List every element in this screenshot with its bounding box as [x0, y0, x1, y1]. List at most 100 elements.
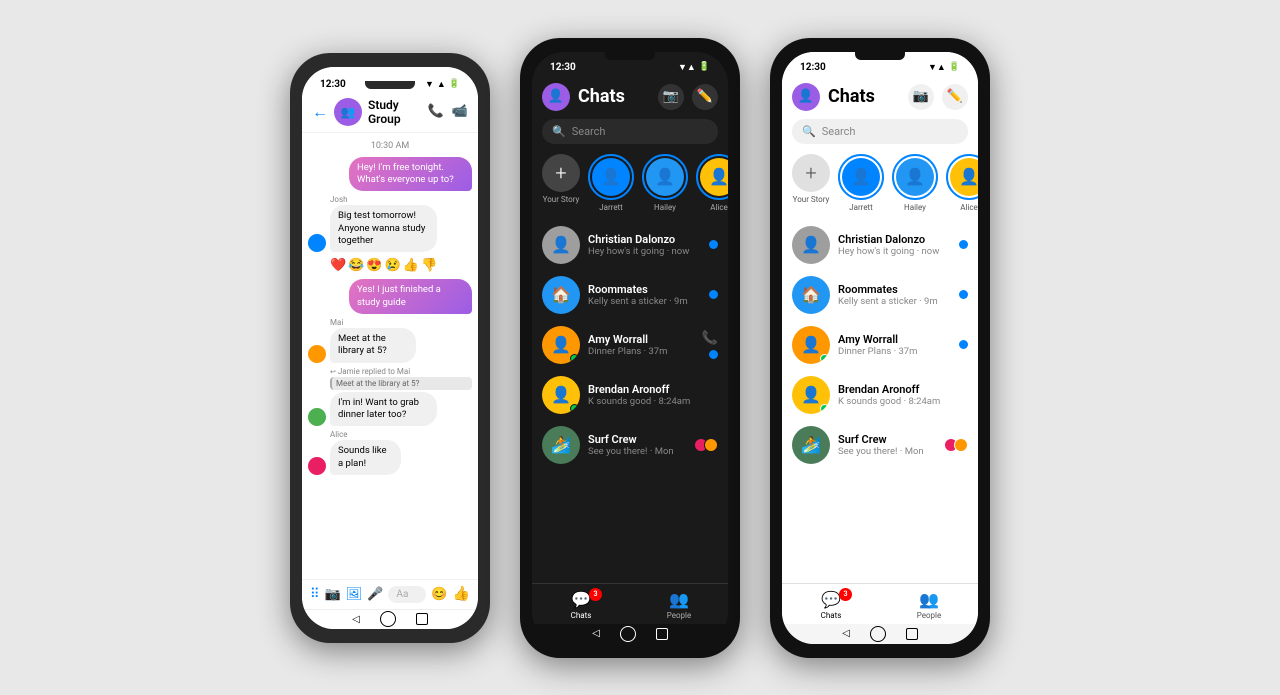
- mai-avatar: [308, 345, 326, 363]
- bottom-nav-people-2[interactable]: 👥 People: [630, 590, 728, 620]
- add-story-btn-3[interactable]: +: [792, 154, 830, 192]
- hailey-avatar-3: 👤: [896, 158, 934, 196]
- stories-row-3: + Your Story 👤 Jarrett 👤 Hailey 👤 Alice …: [782, 150, 978, 220]
- amy-avatar-3: 👤: [792, 326, 830, 364]
- phone-1: 12:30 ▼ ▲ 🔋 ← 👥 Study Group 📞 📹 10:30 AM…: [290, 53, 490, 643]
- brendan-preview-3: K sounds good · 8:24am: [838, 396, 968, 407]
- signal-icon: ▼: [425, 79, 434, 90]
- amy-name-2: Amy Worrall: [588, 333, 694, 346]
- amy-online-3: [820, 354, 829, 363]
- surf-group-avatars-2: [694, 438, 718, 452]
- chats-label-2: Chats: [571, 611, 592, 620]
- surf-info-2: Surf Crew See you there! · Mon: [588, 433, 686, 457]
- chat-brendan-3[interactable]: 👤 Brendan Aronoff K sounds good · 8:24am: [782, 370, 978, 420]
- roommates-unread-2: [709, 290, 718, 299]
- bottom-nav-chats-3[interactable]: 3 💬 Chats: [782, 590, 880, 620]
- mic-icon[interactable]: 🎤: [367, 587, 383, 602]
- status-time-2: 12:30: [550, 62, 576, 73]
- bubble-alice: Sounds like a plan!: [330, 440, 401, 475]
- message-in-josh: Josh Big test tomorrow! Anyone wanna stu…: [308, 195, 472, 252]
- message-reply-jamie: ↩ Jamie replied to Mai Meet at the libra…: [308, 367, 472, 427]
- nav-sq-3[interactable]: [906, 628, 918, 640]
- chat-christian-2[interactable]: 👤 Christian Dalonzo Hey how's it going ·…: [532, 220, 728, 270]
- amy-unread-3: [959, 340, 968, 349]
- camera-btn-3[interactable]: 📷: [908, 84, 934, 110]
- nav-back-3[interactable]: ◁: [842, 628, 850, 639]
- chats-badge-3: 3: [839, 588, 852, 601]
- roommates-info-3: Roommates Kelly sent a sticker · 9m: [838, 283, 951, 307]
- bottom-nav-people-3[interactable]: 👥 People: [880, 590, 978, 620]
- profile-avatar-3[interactable]: 👤: [792, 83, 820, 111]
- chats-icon-2: 💬: [571, 590, 591, 609]
- nav-home-2[interactable]: [620, 626, 636, 642]
- surf-preview-3: See you there! · Mon: [838, 446, 936, 457]
- chat-christian-3[interactable]: 👤 Christian Dalonzo Hey how's it going ·…: [782, 220, 978, 270]
- story-your-3[interactable]: + Your Story: [792, 154, 830, 212]
- chat-surf-2[interactable]: 🏄 Surf Crew See you there! · Mon: [532, 420, 728, 470]
- nav-back-2[interactable]: ◁: [592, 628, 600, 639]
- compose-btn-3[interactable]: ✏️: [942, 84, 968, 110]
- jarrett-avatar-3: 👤: [842, 158, 880, 196]
- compose-btn-2[interactable]: ✏️: [692, 84, 718, 110]
- christian-meta-2: [709, 240, 718, 249]
- search-bar-3[interactable]: 🔍 Search: [792, 119, 968, 144]
- nav-home-icon[interactable]: [380, 611, 396, 627]
- story-alice-3[interactable]: 👤 Alice: [946, 154, 978, 212]
- story-jarrett-2[interactable]: 👤 Jarrett: [588, 154, 634, 212]
- story-jarrett-3[interactable]: 👤 Jarrett: [838, 154, 884, 212]
- chats-badge-2: 3: [589, 588, 602, 601]
- image-icon[interactable]: 🖼: [346, 587, 363, 602]
- status-time-1: 12:30: [320, 79, 346, 90]
- chat-brendan-2[interactable]: 👤 Brendan Aronoff K sounds good · 8:24am: [532, 370, 728, 420]
- phone-icon[interactable]: 📞: [428, 104, 444, 119]
- message-in-alice: Alice Sounds like a plan!: [308, 430, 472, 475]
- add-story-btn-2[interactable]: +: [542, 154, 580, 192]
- brendan-avatar-2: 👤: [542, 376, 580, 414]
- nav-home-3[interactable]: [870, 626, 886, 642]
- chat-roommates-2[interactable]: 🏠 Roommates Kelly sent a sticker · 9m: [532, 270, 728, 320]
- brendan-avatar-3: 👤: [792, 376, 830, 414]
- story-your-2[interactable]: + Your Story: [542, 154, 580, 212]
- video-icon[interactable]: 📹: [452, 104, 468, 119]
- like-icon[interactable]: 👍: [453, 586, 470, 602]
- chat-roommates-3[interactable]: 🏠 Roommates Kelly sent a sticker · 9m: [782, 270, 978, 320]
- story-hailey-3[interactable]: 👤 Hailey: [892, 154, 938, 212]
- chats-label-3: Chats: [821, 611, 842, 620]
- bottom-nav-chats-2[interactable]: 3 💬 Chats: [532, 590, 630, 620]
- amy-meta-3: [959, 340, 968, 349]
- search-bar-2[interactable]: 🔍 Search: [542, 119, 718, 144]
- emoji-icon[interactable]: 😊: [431, 587, 447, 602]
- alice-avatar: [308, 457, 326, 475]
- roommates-avatar-3: 🏠: [792, 276, 830, 314]
- phone-2: 12:30 ▼▲ 🔋 👤 Chats 📷 ✏️ 🔍 Search + Your …: [520, 38, 740, 658]
- message-input[interactable]: Aa: [388, 586, 426, 603]
- message-out-1: Hey! I'm free tonight. What's everyone u…: [308, 157, 472, 192]
- christian-name-2: Christian Dalonzo: [588, 233, 701, 246]
- brendan-info-2: Brendan Aronoff K sounds good · 8:24am: [588, 383, 718, 407]
- amy-info-2: Amy Worrall Dinner Plans · 37m: [588, 333, 694, 357]
- camera-btn-2[interactable]: 📷: [658, 84, 684, 110]
- camera-icon[interactable]: 📷: [325, 587, 341, 602]
- chat-title: Study Group: [368, 98, 422, 126]
- surf-name-2: Surf Crew: [588, 433, 686, 446]
- nav-back-icon[interactable]: ◁: [352, 614, 360, 625]
- chat-amy-3[interactable]: 👤 Amy Worrall Dinner Plans · 37m: [782, 320, 978, 370]
- christian-info-3: Christian Dalonzo Hey how's it going · n…: [838, 233, 951, 257]
- story-hailey-2[interactable]: 👤 Hailey: [642, 154, 688, 212]
- nav-square-icon[interactable]: [416, 613, 428, 625]
- apps-icon[interactable]: ⠿: [310, 587, 320, 602]
- story-alice-2[interactable]: 👤 Alice: [696, 154, 728, 212]
- profile-avatar-2[interactable]: 👤: [542, 83, 570, 111]
- search-text-2: Search: [572, 125, 606, 138]
- amy-unread-2: [709, 350, 718, 359]
- nav-sq-2[interactable]: [656, 628, 668, 640]
- chat-surf-3[interactable]: 🏄 Surf Crew See you there! · Mon: [782, 420, 978, 470]
- christian-unread-3: [959, 240, 968, 249]
- brendan-online-3: [820, 404, 829, 413]
- amy-call-icon-2[interactable]: 📞: [702, 331, 718, 346]
- chat-amy-2[interactable]: 👤 Amy Worrall Dinner Plans · 37m 📞: [532, 320, 728, 370]
- back-button[interactable]: ←: [312, 102, 328, 122]
- search-icon-3: 🔍: [802, 125, 816, 138]
- chat-list-dark: 👤 Christian Dalonzo Hey how's it going ·…: [532, 220, 728, 583]
- signal-d2: ▼▲: [678, 62, 696, 73]
